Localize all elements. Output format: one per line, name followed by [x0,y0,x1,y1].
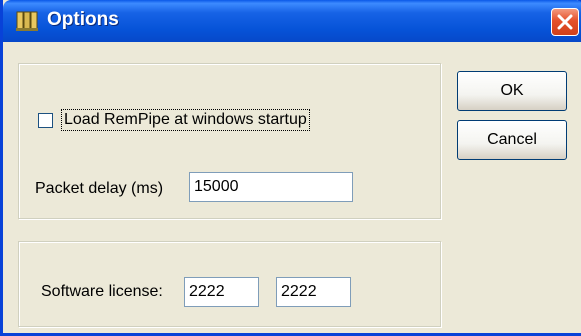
options-dialog: Options Load RemPipe at windows startup … [0,0,581,336]
license-part2-input[interactable]: 2222 [276,277,351,307]
ok-button[interactable]: OK [457,71,567,111]
remote-pipe-icon [15,9,39,33]
title-bar[interactable]: Options [3,0,581,42]
load-at-startup-label[interactable]: Load RemPipe at windows startup [61,109,310,131]
load-at-startup-checkbox[interactable] [38,113,53,128]
license-part1-input[interactable]: 2222 [184,277,259,307]
license-group: Software license: 2222 2222 [18,241,441,327]
packet-delay-input[interactable]: 15000 [189,172,353,202]
close-button[interactable] [551,8,579,36]
general-settings-group: Load RemPipe at windows startup Packet d… [18,63,441,219]
dialog-body: Load RemPipe at windows startup Packet d… [6,42,581,333]
software-license-label: Software license: [41,283,163,300]
cancel-button[interactable]: Cancel [457,120,567,160]
window-title: Options [47,9,119,30]
packet-delay-label: Packet delay (ms) [35,180,164,197]
